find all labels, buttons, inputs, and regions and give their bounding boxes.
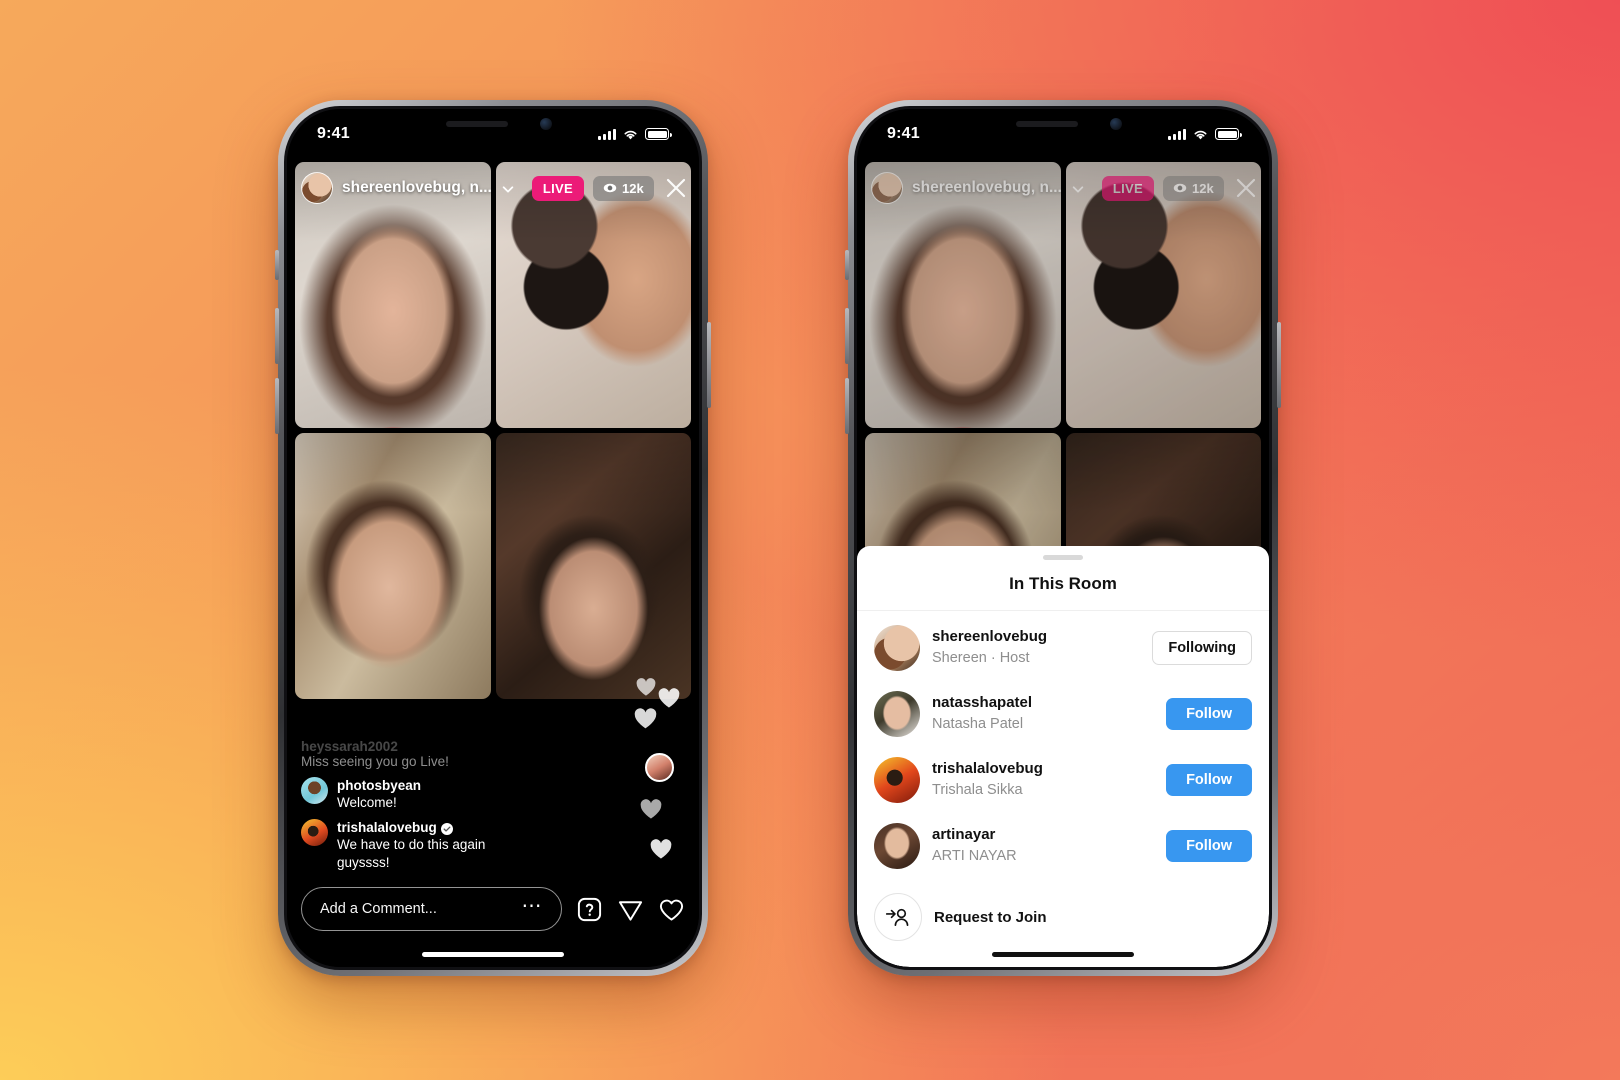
send-paper-plane-icon[interactable] xyxy=(617,896,644,923)
home-indicator[interactable] xyxy=(422,952,564,957)
volume-up-button[interactable] xyxy=(275,308,279,364)
follow-button[interactable]: Follow xyxy=(1166,764,1252,796)
status-time: 9:41 xyxy=(317,125,350,142)
earpiece-speaker xyxy=(446,121,508,127)
live-bottom-bar: Add a Comment... ⋯ xyxy=(301,887,685,931)
question-mark-icon[interactable] xyxy=(576,896,603,923)
comment-text: We have to do this again guyssss! xyxy=(337,837,486,870)
notch xyxy=(978,109,1148,139)
home-indicator[interactable] xyxy=(992,952,1134,957)
gradient-background xyxy=(0,0,1620,1080)
battery-icon xyxy=(645,128,672,140)
eye-icon xyxy=(603,181,617,195)
member-subtitle: Shereen · Host xyxy=(932,649,1030,666)
comment-faded: heyssarah2002 Miss seeing you go Live! xyxy=(301,739,531,769)
comment-avatar[interactable] xyxy=(301,819,328,847)
viewer-count-badge[interactable]: 12k xyxy=(592,175,654,201)
battery-icon xyxy=(1215,128,1242,140)
screen-right: 9:41 shereenlovebug, n... LIVE 12k In Th… xyxy=(857,109,1269,967)
close-icon[interactable] xyxy=(663,175,689,201)
host-avatar[interactable] xyxy=(301,172,333,204)
floating-heart-icon xyxy=(633,707,658,735)
member-username: shereenlovebug xyxy=(932,628,1048,646)
comment-text: Welcome! xyxy=(337,794,397,810)
comment-item[interactable]: photosbyean Welcome! xyxy=(301,776,531,812)
floating-hearts xyxy=(634,663,683,865)
signal-bars-icon xyxy=(598,128,616,140)
heart-sender-avatar xyxy=(645,753,674,782)
floating-heart-icon xyxy=(657,687,681,714)
front-camera-icon xyxy=(540,118,552,130)
phone-right: 9:41 shereenlovebug, n... LIVE 12k In Th… xyxy=(845,100,1281,976)
live-video-grid xyxy=(295,162,691,699)
member-subtitle: Natasha Patel xyxy=(932,715,1024,732)
verified-badge-icon xyxy=(440,822,453,835)
member-avatar[interactable] xyxy=(874,625,920,671)
notch xyxy=(408,109,578,139)
in-this-room-sheet: In This Room shereenlovebug Shereen · Ho… xyxy=(857,546,1269,967)
live-title: shereenlovebug, n... xyxy=(342,179,492,196)
mute-switch[interactable] xyxy=(845,250,849,280)
comment-placeholder: Add a Comment... xyxy=(320,901,437,917)
room-member-list: shereenlovebug Shereen · Host Following … xyxy=(857,611,1269,941)
member-username: artinayar xyxy=(932,826,996,844)
comment-username: trishalalovebug xyxy=(337,820,437,836)
volume-up-button[interactable] xyxy=(845,308,849,364)
volume-down-button[interactable] xyxy=(845,378,849,434)
member-avatar[interactable] xyxy=(874,823,920,869)
live-header: shereenlovebug, n... LIVE 12k xyxy=(301,169,685,207)
member-avatar[interactable] xyxy=(874,757,920,803)
tile-eye-makeup[interactable] xyxy=(295,433,491,699)
follow-button[interactable]: Follow xyxy=(1166,698,1252,730)
floating-heart-icon xyxy=(649,838,673,865)
room-member-row[interactable]: shereenlovebug Shereen · Host Following xyxy=(857,615,1269,681)
add-person-icon xyxy=(874,893,922,941)
earpiece-speaker xyxy=(1016,121,1078,127)
comment-avatar[interactable] xyxy=(301,776,328,804)
room-member-row[interactable]: natasshapatel Natasha Patel Follow xyxy=(857,681,1269,747)
viewer-count-label: 12k xyxy=(621,180,644,196)
status-time: 9:41 xyxy=(887,125,920,142)
signal-bars-icon xyxy=(1168,128,1186,140)
wifi-icon xyxy=(1194,130,1207,139)
mute-switch[interactable] xyxy=(275,250,279,280)
volume-down-button[interactable] xyxy=(275,378,279,434)
floating-heart-icon xyxy=(635,677,657,702)
wifi-icon xyxy=(624,130,637,139)
heart-icon[interactable] xyxy=(658,896,685,923)
member-subtitle: ARTI NAYAR xyxy=(932,847,1017,864)
request-to-join-label: Request to Join xyxy=(934,908,1047,926)
sheet-title: In This Room xyxy=(857,560,1269,611)
room-member-row[interactable]: trishalalovebug Trishala Sikka Follow xyxy=(857,747,1269,813)
comment-input[interactable]: Add a Comment... ⋯ xyxy=(301,887,562,931)
comment-text: Miss seeing you go Live! xyxy=(301,753,449,769)
floating-heart-icon xyxy=(639,798,663,825)
front-camera-icon xyxy=(1110,118,1122,130)
live-badge: LIVE xyxy=(531,175,584,201)
phone-left: 9:41 shereenlovebug, n... LIVE 12k heyss… xyxy=(275,100,711,976)
tile-dark-room[interactable] xyxy=(495,433,691,699)
comment-username: heyssarah2002 xyxy=(301,738,398,754)
request-to-join-row[interactable]: Request to Join xyxy=(857,879,1269,941)
comment-username: photosbyean xyxy=(337,777,422,793)
member-username: natasshapatel xyxy=(932,694,1033,712)
member-username: trishalalovebug xyxy=(932,760,1043,778)
chevron-down-icon[interactable] xyxy=(501,182,514,195)
room-member-row[interactable]: artinayar ARTI NAYAR Follow xyxy=(857,813,1269,879)
following-button[interactable]: Following xyxy=(1152,631,1252,665)
power-button[interactable] xyxy=(707,322,711,408)
screen-left: 9:41 shereenlovebug, n... LIVE 12k heyss… xyxy=(287,109,699,967)
follow-button[interactable]: Follow xyxy=(1166,830,1252,862)
comment-item[interactable]: trishalalovebug We have to do this again… xyxy=(301,819,531,871)
ellipsis-icon[interactable]: ⋯ xyxy=(522,896,544,916)
member-avatar[interactable] xyxy=(874,691,920,737)
member-subtitle: Trishala Sikka xyxy=(932,781,1023,798)
comments-overlay: heyssarah2002 Miss seeing you go Live! p… xyxy=(301,739,531,871)
power-button[interactable] xyxy=(1277,322,1281,408)
